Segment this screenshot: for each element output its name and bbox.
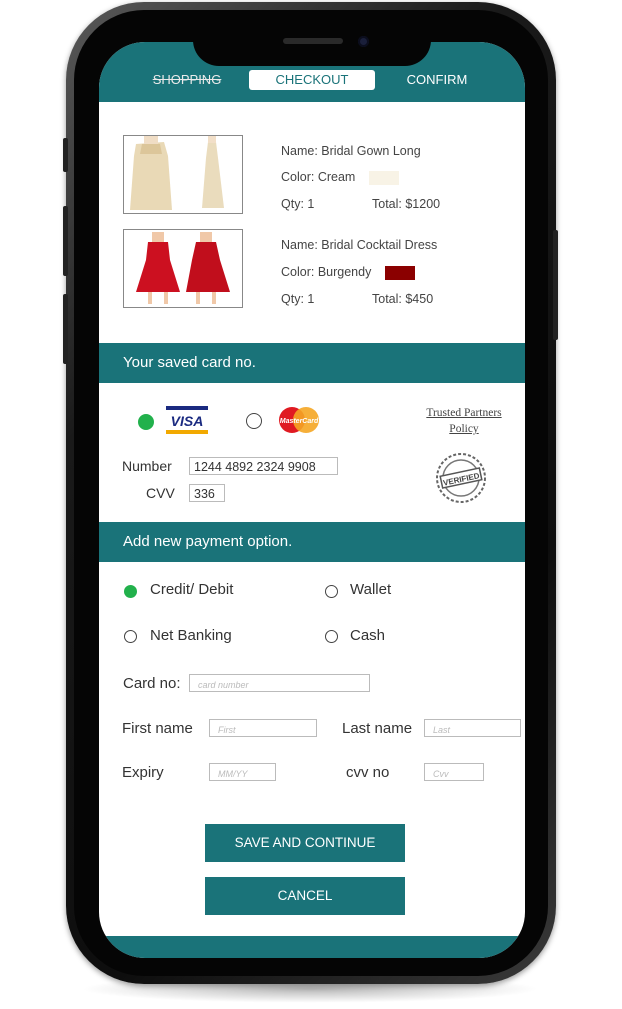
product-image-bridal-gown [123, 135, 243, 214]
expiry-input[interactable]: MM/YY [209, 763, 276, 781]
expiry-placeholder: MM/YY [218, 769, 248, 779]
cart-item: Name: Bridal Cocktail Dress Color: Burge… [123, 229, 523, 309]
wallet-radio[interactable] [325, 585, 338, 598]
expiry-label: Expiry [122, 764, 164, 781]
svg-text:MasterCard: MasterCard [280, 418, 319, 425]
card-no-label: Card no: [123, 675, 181, 692]
item-qty: Qty: 1 [281, 197, 315, 211]
trusted-link-line-2: Policy [449, 423, 479, 435]
speaker-grille [283, 38, 343, 44]
new-payment-heading: Add new payment option. [99, 522, 525, 562]
item-qty: Qty: 1 [281, 292, 315, 306]
volume-down-button [63, 294, 68, 364]
mastercard-logo: MasterCard [275, 406, 323, 434]
credit-debit-radio[interactable] [124, 585, 137, 598]
step-checkout[interactable]: CHECKOUT [249, 70, 375, 90]
item-total: Total: $1200 [372, 197, 441, 211]
cart-item: Name: Bridal Gown Long Color: Cream Qty:… [123, 135, 523, 215]
step-confirm[interactable]: CONFIRM [399, 70, 475, 90]
phone-notch [193, 22, 431, 66]
net-banking-label: Net Banking [150, 627, 232, 644]
cvv-no-label: cvv no [346, 764, 390, 781]
saved-cvv-label: CVV [146, 485, 175, 501]
cvv-placeholder: Cvv [433, 769, 449, 779]
saved-card-heading: Your saved card no. [99, 343, 525, 383]
first-name-input[interactable]: First [209, 719, 317, 737]
item-color-label: Color: Cream [281, 170, 356, 184]
credit-debit-label: Credit/ Debit [150, 581, 234, 598]
last-name-placeholder: Last [433, 725, 451, 735]
visa-logo: VISA [166, 406, 208, 434]
product-image-cocktail-dress [123, 229, 243, 308]
wallet-label: Wallet [350, 581, 392, 598]
red-dress-picture [124, 230, 240, 305]
saved-cvv-field[interactable]: 336 [189, 484, 225, 502]
color-swatch-burgundy [385, 265, 416, 280]
visa-radio[interactable] [138, 414, 154, 430]
trusted-partners-link[interactable]: Trusted Partners Policy [419, 407, 509, 435]
card-number-placeholder: card number [198, 680, 249, 690]
item-color: Color: Burgendy [281, 265, 416, 280]
item-total: Total: $450 [372, 292, 434, 306]
cvv-input[interactable]: Cvv [424, 763, 484, 781]
item-color: Color: Cream [281, 170, 400, 185]
last-name-input[interactable]: Last [424, 719, 521, 737]
step-shopping[interactable]: SHOPPING [147, 70, 227, 90]
card-number-input[interactable]: card number [189, 674, 370, 692]
volume-up-button [63, 206, 68, 276]
cash-radio[interactable] [325, 630, 338, 643]
last-name-label: Last name [342, 720, 413, 737]
trusted-link-line-1: Trusted Partners [426, 407, 502, 419]
screen: SHOPPING CHECKOUT CONFIRM Name: Bridal G… [99, 42, 525, 958]
mastercard-radio[interactable] [246, 413, 262, 429]
item-color-label: Color: Burgendy [281, 265, 372, 279]
first-name-label: First name [122, 720, 193, 737]
svg-text:VISA: VISA [171, 413, 204, 429]
card-number-label: Number [122, 458, 172, 474]
mute-switch [63, 138, 68, 172]
net-banking-radio[interactable] [124, 630, 137, 643]
bottom-bar [99, 936, 525, 958]
color-swatch-cream [369, 170, 400, 185]
item-name: Name: Bridal Cocktail Dress [281, 238, 438, 252]
cancel-button[interactable]: CANCEL [205, 877, 405, 915]
item-name: Name: Bridal Gown Long [281, 144, 421, 158]
first-name-placeholder: First [218, 725, 236, 735]
front-camera [358, 36, 369, 47]
cream-gown-picture [124, 136, 240, 211]
power-button [553, 230, 558, 340]
verified-seal-icon: VERIFIED [435, 452, 487, 504]
save-and-continue-button[interactable]: SAVE AND CONTINUE [205, 824, 405, 862]
saved-card-number-field[interactable]: 1244 4892 2324 9908 [189, 457, 338, 475]
cash-label: Cash [350, 627, 386, 644]
